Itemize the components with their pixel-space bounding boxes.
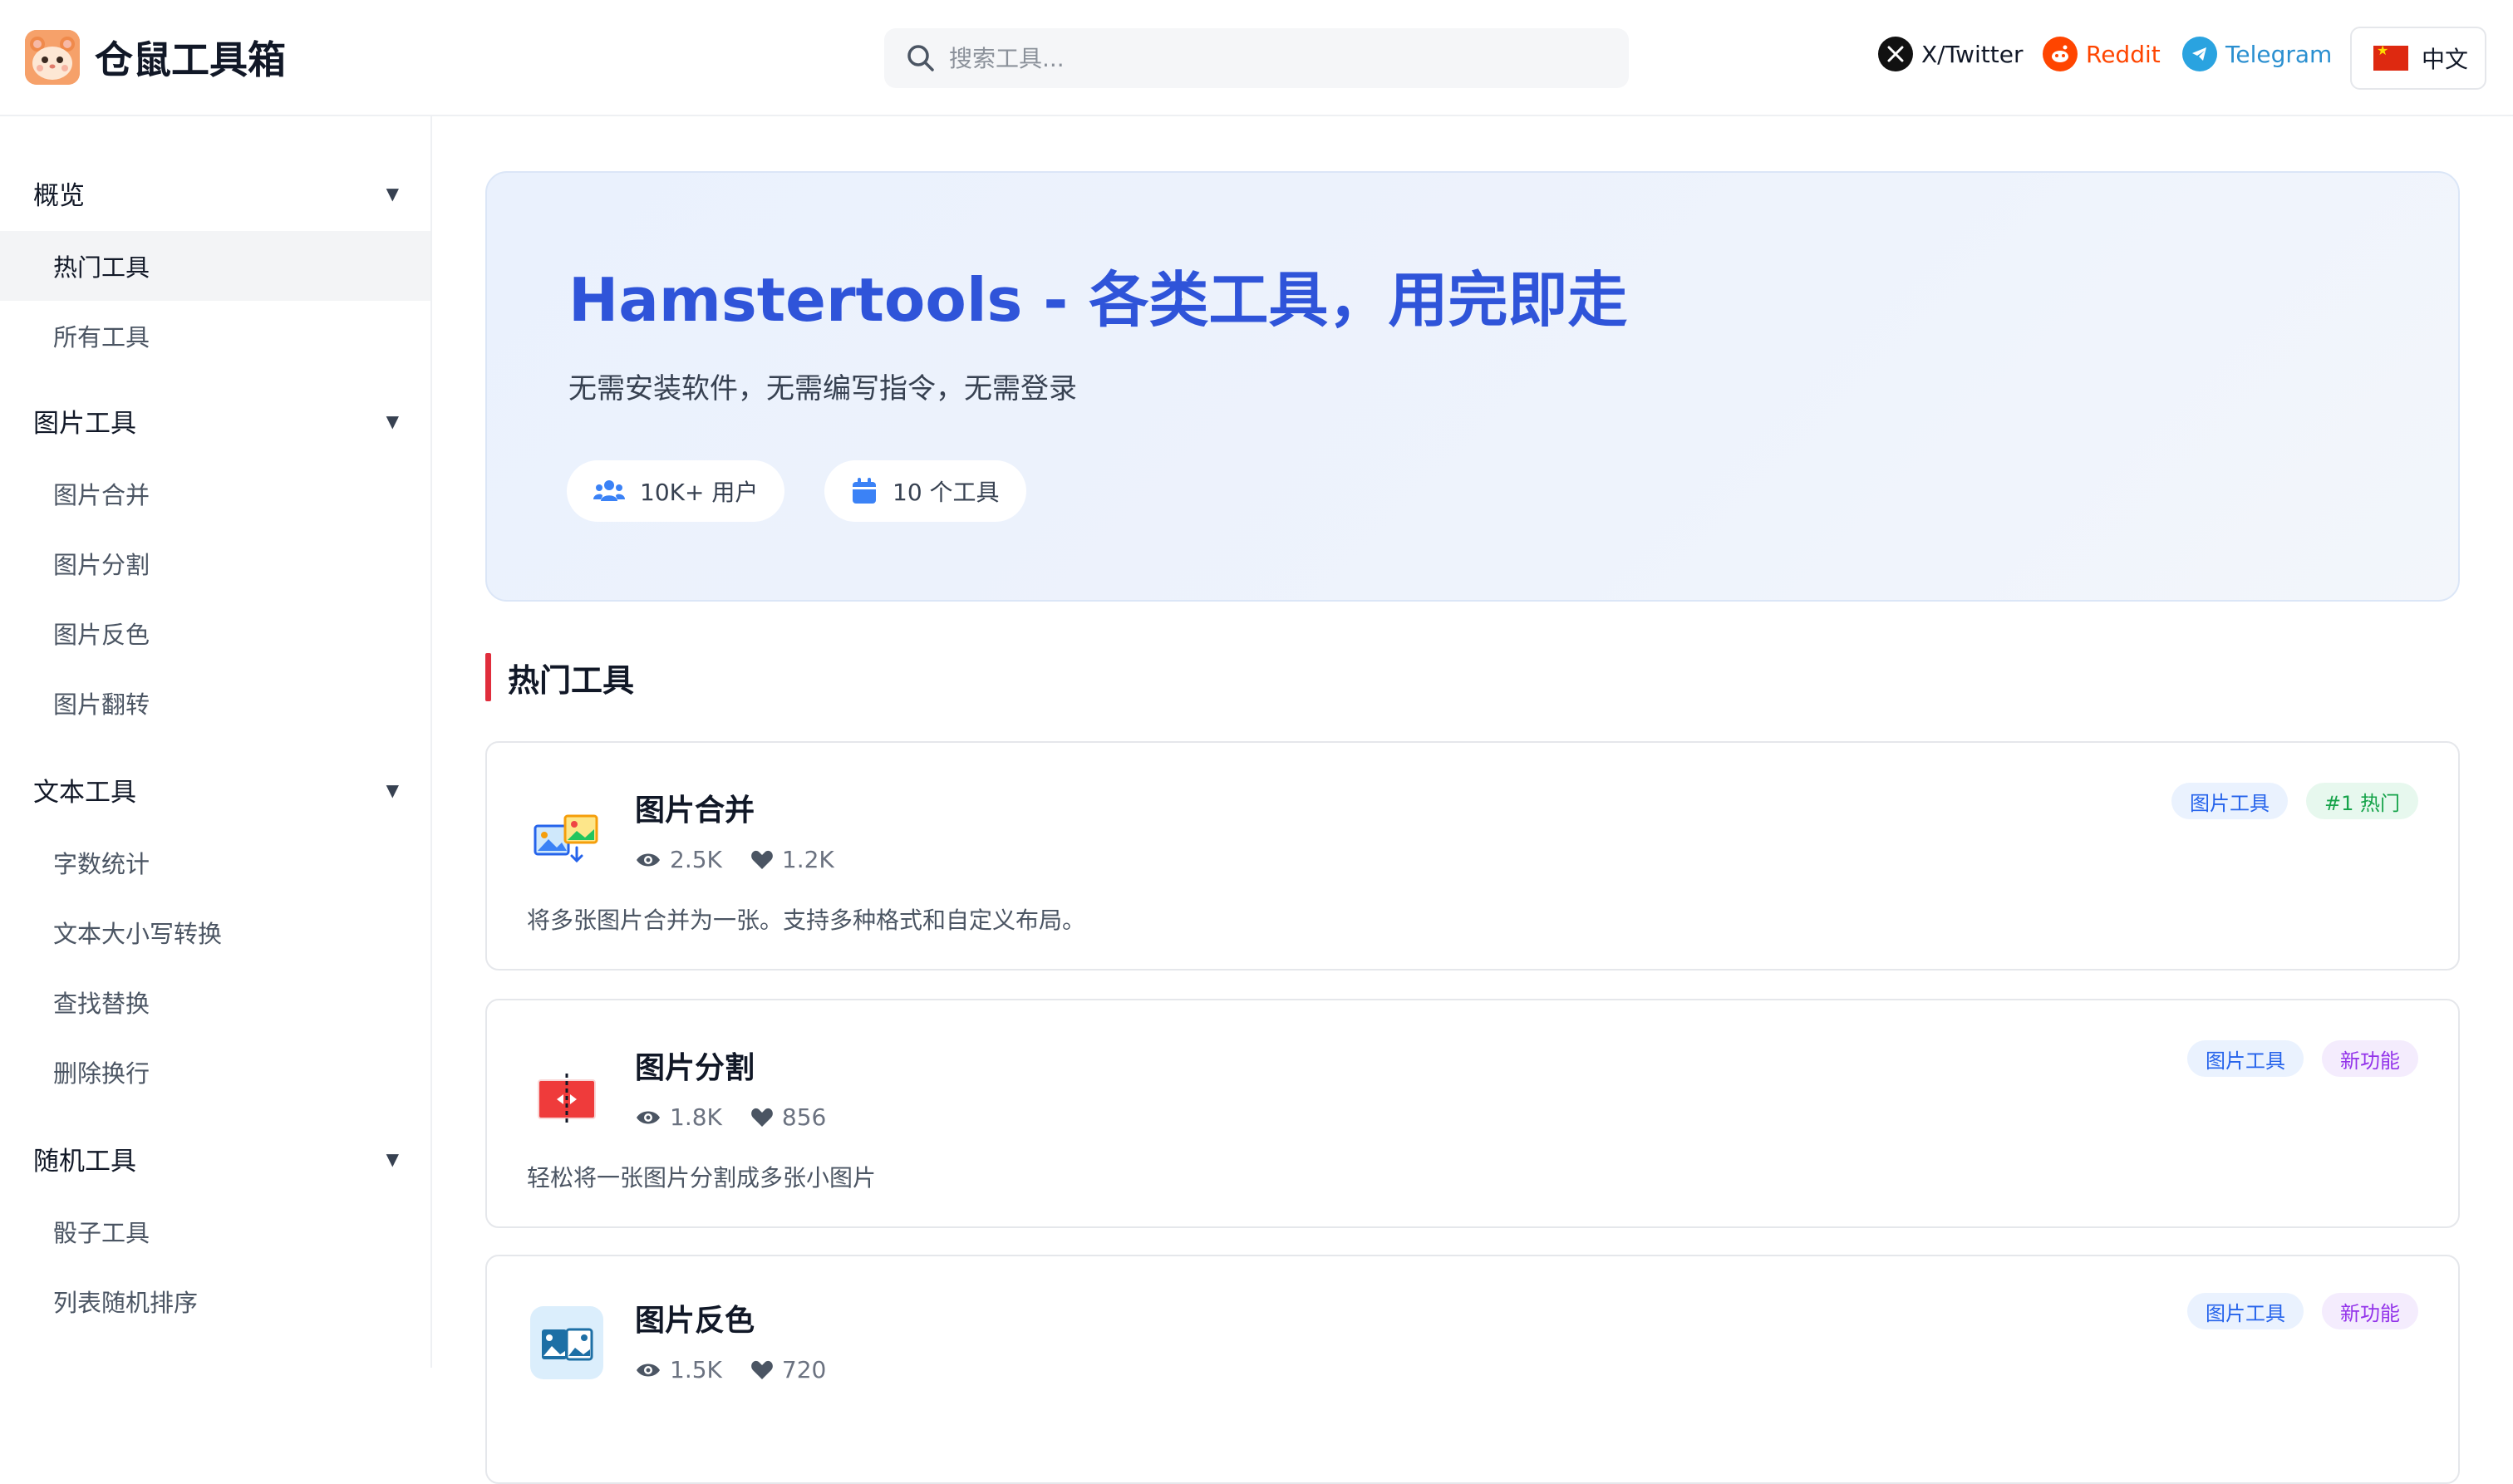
users-count: 10K+ 用户 <box>640 479 759 506</box>
x-twitter-icon <box>1878 37 1913 71</box>
caret-down-icon: ▼ <box>386 410 399 431</box>
category-badge[interactable]: 图片工具 <box>2171 783 2288 819</box>
tool-card-image-split[interactable]: 图片分割 1.8K 856 轻松将一张图片分割成多张小图片 图片工具 新功能 <box>485 999 2460 1228</box>
card-stats: 2.5K 1.2K <box>635 846 863 873</box>
sidebar-item-word-count[interactable]: 字数统计 <box>0 828 430 897</box>
app-title: 仓鼠工具箱 <box>95 37 286 82</box>
language-label: 中文 <box>2422 46 2469 73</box>
card-title: 图片反色 <box>635 1304 755 1338</box>
section-title-hot-tools: 热门工具 <box>485 653 634 701</box>
sidebar-item-find-replace[interactable]: 查找替换 <box>0 967 430 1037</box>
card-badges: 图片工具 新功能 <box>2169 1040 2418 1077</box>
search-bar[interactable] <box>884 28 1629 88</box>
sidebar-group-random-tools[interactable]: 随机工具 ▼ <box>33 1140 399 1177</box>
card-title: 图片分割 <box>635 1051 755 1085</box>
eye-icon <box>637 1111 660 1123</box>
card-badges: 图片工具 新功能 <box>2169 1293 2418 1329</box>
sidebar-item-image-invert[interactable]: 图片反色 <box>0 598 430 668</box>
card-description: 将多张图片合并为一张。支持多种格式和自定义布局。 <box>527 907 1086 934</box>
views-stat: 1.5K <box>635 1356 722 1383</box>
telegram-link[interactable]: Telegram <box>2182 37 2332 71</box>
sidebar-item-case-convert[interactable]: 文本大小写转换 <box>0 897 430 967</box>
views-count: 1.8K <box>670 1103 722 1131</box>
sidebar: 概览 ▼ 热门工具 所有工具 图片工具 ▼ 图片合并 图片分割 图片反色 图片翻… <box>0 116 432 1368</box>
image-split-icon <box>538 1074 596 1125</box>
sidebar-group-label: 随机工具 <box>33 1147 136 1177</box>
views-stat: 2.5K <box>635 846 722 873</box>
users-stat-pill: 10K+ 用户 <box>567 460 785 522</box>
new-feature-badge: 新功能 <box>2322 1040 2418 1077</box>
sidebar-group-overview[interactable]: 概览 ▼ <box>33 174 399 212</box>
eye-icon <box>637 1364 660 1376</box>
heart-icon <box>751 850 773 869</box>
likes-count: 720 <box>781 1356 827 1383</box>
telegram-icon <box>2182 37 2217 71</box>
new-feature-badge: 新功能 <box>2322 1293 2418 1329</box>
section-title-text: 热门工具 <box>508 661 635 699</box>
views-count: 2.5K <box>670 846 722 873</box>
sidebar-item-remove-linebreaks[interactable]: 删除换行 <box>0 1037 430 1107</box>
hero-banner: Hamstertools - 各类工具，用完即走 无需安装软件，无需编写指令，无… <box>485 171 2460 602</box>
twitter-link[interactable]: X/Twitter <box>1878 37 2023 71</box>
image-invert-icon <box>530 1306 603 1379</box>
search-icon <box>907 45 934 71</box>
sidebar-item-list-shuffle[interactable]: 列表随机排序 <box>0 1266 430 1336</box>
card-title: 图片合并 <box>635 794 755 828</box>
sidebar-group-label: 图片工具 <box>33 409 136 439</box>
image-merge-icon <box>534 814 598 863</box>
sidebar-item-image-flip[interactable]: 图片翻转 <box>0 668 430 738</box>
china-flag-icon <box>2373 42 2408 71</box>
caret-down-icon: ▼ <box>386 779 399 800</box>
views-stat: 1.8K <box>635 1103 722 1131</box>
card-stats: 1.5K 720 <box>635 1356 854 1383</box>
logo[interactable]: 仓鼠工具箱 <box>25 30 286 85</box>
hero-subtitle: 无需安装软件，无需编写指令，无需登录 <box>568 372 1077 405</box>
sidebar-item-image-merge[interactable]: 图片合并 <box>0 459 430 528</box>
search-input[interactable] <box>949 44 1597 72</box>
caret-down-icon: ▼ <box>386 183 399 204</box>
reddit-label: Reddit <box>2086 40 2161 68</box>
sidebar-item-all-tools[interactable]: 所有工具 <box>0 301 430 371</box>
card-description: 轻松将一张图片分割成多张小图片 <box>527 1164 877 1192</box>
language-switcher[interactable]: 中文 <box>2350 27 2486 90</box>
eye-icon <box>637 853 660 866</box>
tool-card-image-merge[interactable]: 图片合并 2.5K 1.2K 将多张图片合并为一张。支持多种格式和自定义布局。 … <box>485 741 2460 970</box>
card-stats: 1.8K 856 <box>635 1103 854 1131</box>
tool-card-image-invert[interactable]: 图片反色 1.5K 720 图片工具 新功能 <box>485 1255 2460 1484</box>
rank-badge: #1 热门 <box>2305 783 2418 819</box>
sidebar-group-label: 文本工具 <box>33 778 136 808</box>
calendar-icon <box>853 478 876 504</box>
section-accent-bar <box>485 653 491 701</box>
sidebar-item-hot-tools[interactable]: 热门工具 <box>0 231 430 301</box>
hamster-logo-icon <box>25 30 80 85</box>
telegram-label: Telegram <box>2225 40 2333 68</box>
hero-title: Hamstertools - 各类工具，用完即走 <box>568 265 1628 335</box>
users-icon <box>593 480 625 501</box>
likes-stat: 1.2K <box>750 846 834 873</box>
reddit-link[interactable]: Reddit <box>2043 37 2161 71</box>
likes-count: 856 <box>781 1103 827 1131</box>
sidebar-group-image-tools[interactable]: 图片工具 ▼ <box>33 402 399 440</box>
tools-count: 10 个工具 <box>893 479 1000 506</box>
twitter-label: X/Twitter <box>1921 40 2024 68</box>
likes-stat: 856 <box>750 1103 826 1131</box>
sidebar-item-dice[interactable]: 骰子工具 <box>0 1197 430 1266</box>
sidebar-group-text-tools[interactable]: 文本工具 ▼ <box>33 771 399 808</box>
category-badge[interactable]: 图片工具 <box>2187 1293 2304 1329</box>
category-badge[interactable]: 图片工具 <box>2187 1040 2304 1077</box>
heart-icon <box>751 1108 773 1127</box>
likes-stat: 720 <box>750 1356 826 1383</box>
caret-down-icon: ▼ <box>386 1148 399 1169</box>
views-count: 1.5K <box>670 1356 722 1383</box>
tools-stat-pill: 10 个工具 <box>824 460 1026 522</box>
reddit-icon <box>2043 37 2078 71</box>
likes-count: 1.2K <box>781 846 834 873</box>
sidebar-group-label: 概览 <box>33 181 85 211</box>
heart-icon <box>751 1360 773 1379</box>
card-badges: 图片工具 #1 热门 <box>2153 783 2418 819</box>
top-header: 仓鼠工具箱 X/Twitter Reddit Telegram <box>0 0 2513 116</box>
sidebar-item-image-split[interactable]: 图片分割 <box>0 528 430 598</box>
